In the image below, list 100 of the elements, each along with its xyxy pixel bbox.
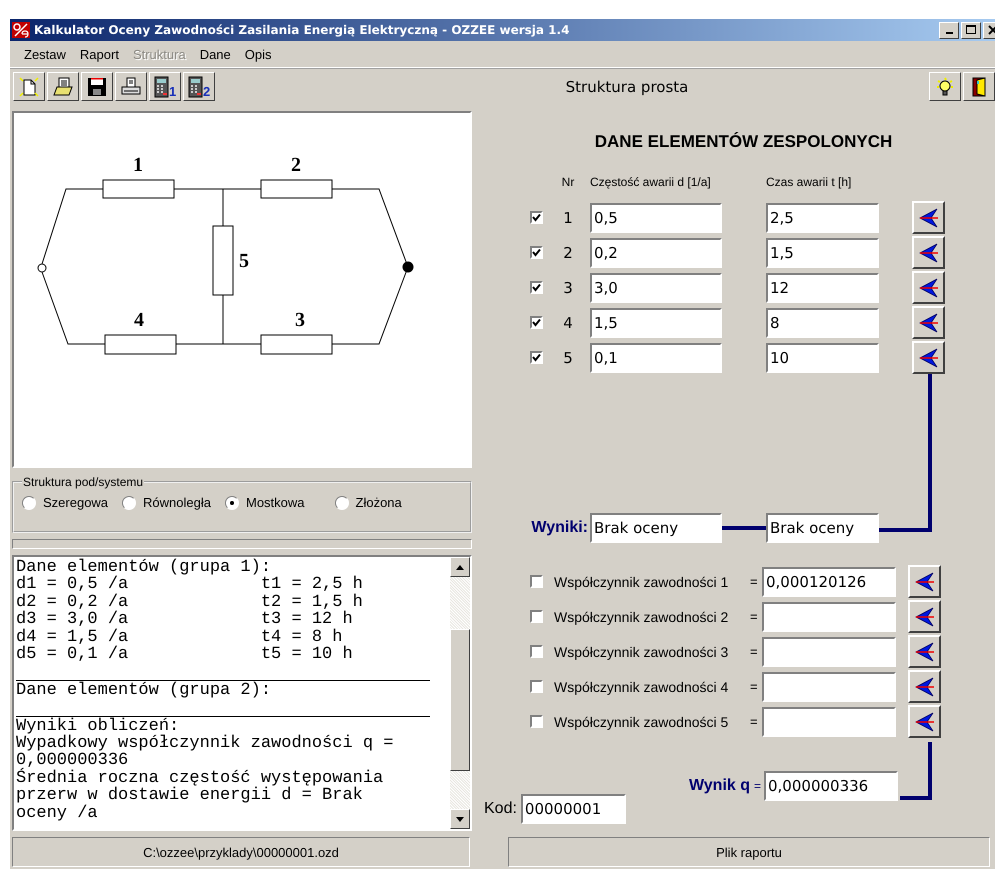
input-field[interactable]: 0,5 — [590, 202, 722, 232]
coefficient-label: Współczynnik zawodności 5 — [554, 714, 730, 730]
arrow-icon — [914, 606, 936, 628]
input-field[interactable]: 10 — [766, 342, 879, 372]
coefficient-label: Współczynnik zawodności 3 — [554, 644, 730, 660]
scroll-up-button[interactable] — [450, 557, 470, 577]
checkbox[interactable] — [530, 610, 543, 623]
element-number: 1 — [562, 208, 574, 226]
equals-sign: = — [750, 644, 759, 659]
element-number: 2 — [291, 154, 301, 176]
toolbar-button[interactable]: 1 — [149, 72, 181, 101]
report-line: d2 = 0,2 /a t2 = 1,5 h — [16, 594, 364, 612]
input-field[interactable]: 3,0 — [590, 272, 722, 302]
arrow-button[interactable] — [912, 271, 945, 304]
radio-button[interactable] — [334, 496, 349, 510]
input-field[interactable]: 1,5 — [766, 238, 879, 268]
input-field[interactable] — [762, 636, 896, 666]
checkbox[interactable] — [530, 715, 543, 728]
arrow-icon — [918, 312, 940, 334]
arrow-button[interactable] — [908, 705, 941, 738]
scrollbar[interactable] — [450, 557, 470, 829]
input-field[interactable]: 8 — [766, 308, 879, 338]
result-field: Brak oceny — [766, 513, 879, 543]
minimize-icon — [946, 32, 952, 34]
checkbox[interactable] — [530, 316, 543, 329]
equals-sign: = — [750, 714, 759, 729]
input-field[interactable]: 0,1 — [590, 342, 722, 372]
report-line: przerw w dostawie energii d = Brak — [16, 787, 364, 805]
input-field[interactable]: 0,000120126 — [762, 566, 896, 596]
column-header: Częstość awarii d [1/a] — [590, 175, 712, 190]
input-field[interactable] — [762, 672, 896, 702]
element-number: 1 — [133, 154, 143, 176]
input-field[interactable]: 12 — [766, 272, 879, 302]
toolbar-button[interactable] — [928, 72, 961, 101]
equals-sign: = — [754, 779, 762, 793]
arrow-icon — [918, 206, 940, 228]
arrow-icon — [914, 710, 936, 732]
radio-option[interactable]: Równoległa — [122, 495, 211, 510]
menu-item[interactable]: Dane — [192, 46, 238, 62]
radio-button[interactable] — [22, 496, 36, 510]
menu-item[interactable]: Raport — [72, 46, 126, 62]
arrow-icon — [914, 640, 936, 662]
checkbox[interactable] — [530, 246, 543, 259]
arrow-button[interactable] — [908, 600, 941, 633]
element-number: 4 — [134, 309, 144, 331]
radio-option[interactable]: Mostkowa — [224, 495, 305, 510]
checkbox[interactable] — [530, 351, 543, 364]
scroll-down-button[interactable] — [450, 809, 470, 829]
arrow-button[interactable] — [912, 201, 945, 234]
toolbar-button[interactable] — [962, 72, 995, 101]
radio-label: Złożona — [356, 495, 402, 510]
radio-button[interactable] — [122, 496, 136, 510]
toolbar-button[interactable]: 2 — [183, 72, 215, 101]
input-field[interactable]: 2,5 — [766, 202, 879, 232]
radio-option[interactable]: Złożona — [334, 495, 402, 510]
report-line: Wypadkowy współczynnik zawodności q = — [16, 735, 394, 752]
checkbox[interactable] — [530, 575, 543, 588]
report-line: d4 = 1,5 /a t4 = 8 h — [16, 628, 344, 646]
column-header: Czas awarii t [h] — [766, 175, 852, 190]
radio-label: Mostkowa — [246, 495, 305, 510]
results-label: Wyniki: — [530, 519, 589, 537]
report-line: d3 = 3,0 /a t3 = 12 h — [16, 611, 354, 629]
arrow-button[interactable] — [912, 341, 945, 374]
checkbox[interactable] — [530, 281, 543, 294]
input-field[interactable]: 0,2 — [590, 238, 722, 268]
toolbar-button[interactable] — [81, 72, 113, 101]
arrow-button[interactable] — [912, 306, 945, 339]
checkbox[interactable] — [530, 680, 543, 693]
maximize-button[interactable] — [961, 22, 981, 38]
arrow-icon — [914, 570, 936, 592]
column-header: Nr — [560, 175, 576, 190]
toolbar-button[interactable] — [13, 72, 45, 101]
menu-item[interactable]: Opis — [238, 46, 278, 62]
toolbar-button[interactable] — [47, 72, 79, 101]
element-number: 3 — [295, 309, 305, 331]
section-heading: DANE ELEMENTÓW ZESPOLONYCH — [594, 131, 894, 153]
arrow-button[interactable] — [908, 565, 941, 598]
menu-item[interactable]: Zestaw — [17, 46, 73, 62]
input-field[interactable] — [762, 706, 896, 736]
arrow-icon — [918, 276, 940, 298]
checkbox[interactable] — [530, 211, 543, 224]
minimize-button[interactable] — [939, 22, 959, 38]
radio-option[interactable]: Szeregowa — [22, 495, 108, 510]
result-field: Brak oceny — [590, 513, 722, 543]
arrow-button[interactable] — [908, 670, 941, 703]
arrow-button[interactable] — [908, 635, 941, 668]
report-line: Wyniki obliczeń: — [16, 718, 180, 736]
code-field[interactable]: 00000001 — [520, 794, 626, 824]
input-field[interactable] — [762, 602, 896, 632]
scrollbar-thumb[interactable] — [450, 629, 470, 771]
coefficient-label: Współczynnik zawodności 4 — [554, 678, 730, 694]
coefficient-label: Współczynnik zawodności 2 — [554, 608, 730, 624]
equals-sign: = — [750, 679, 759, 694]
radio-button[interactable] — [224, 496, 239, 510]
toolbar-button[interactable] — [115, 72, 147, 101]
element-number: 4 — [562, 314, 574, 332]
arrow-button[interactable] — [912, 236, 945, 269]
checkbox[interactable] — [530, 645, 543, 658]
input-field[interactable]: 1,5 — [590, 308, 722, 338]
result-q-label: Wynik q — [688, 777, 751, 795]
